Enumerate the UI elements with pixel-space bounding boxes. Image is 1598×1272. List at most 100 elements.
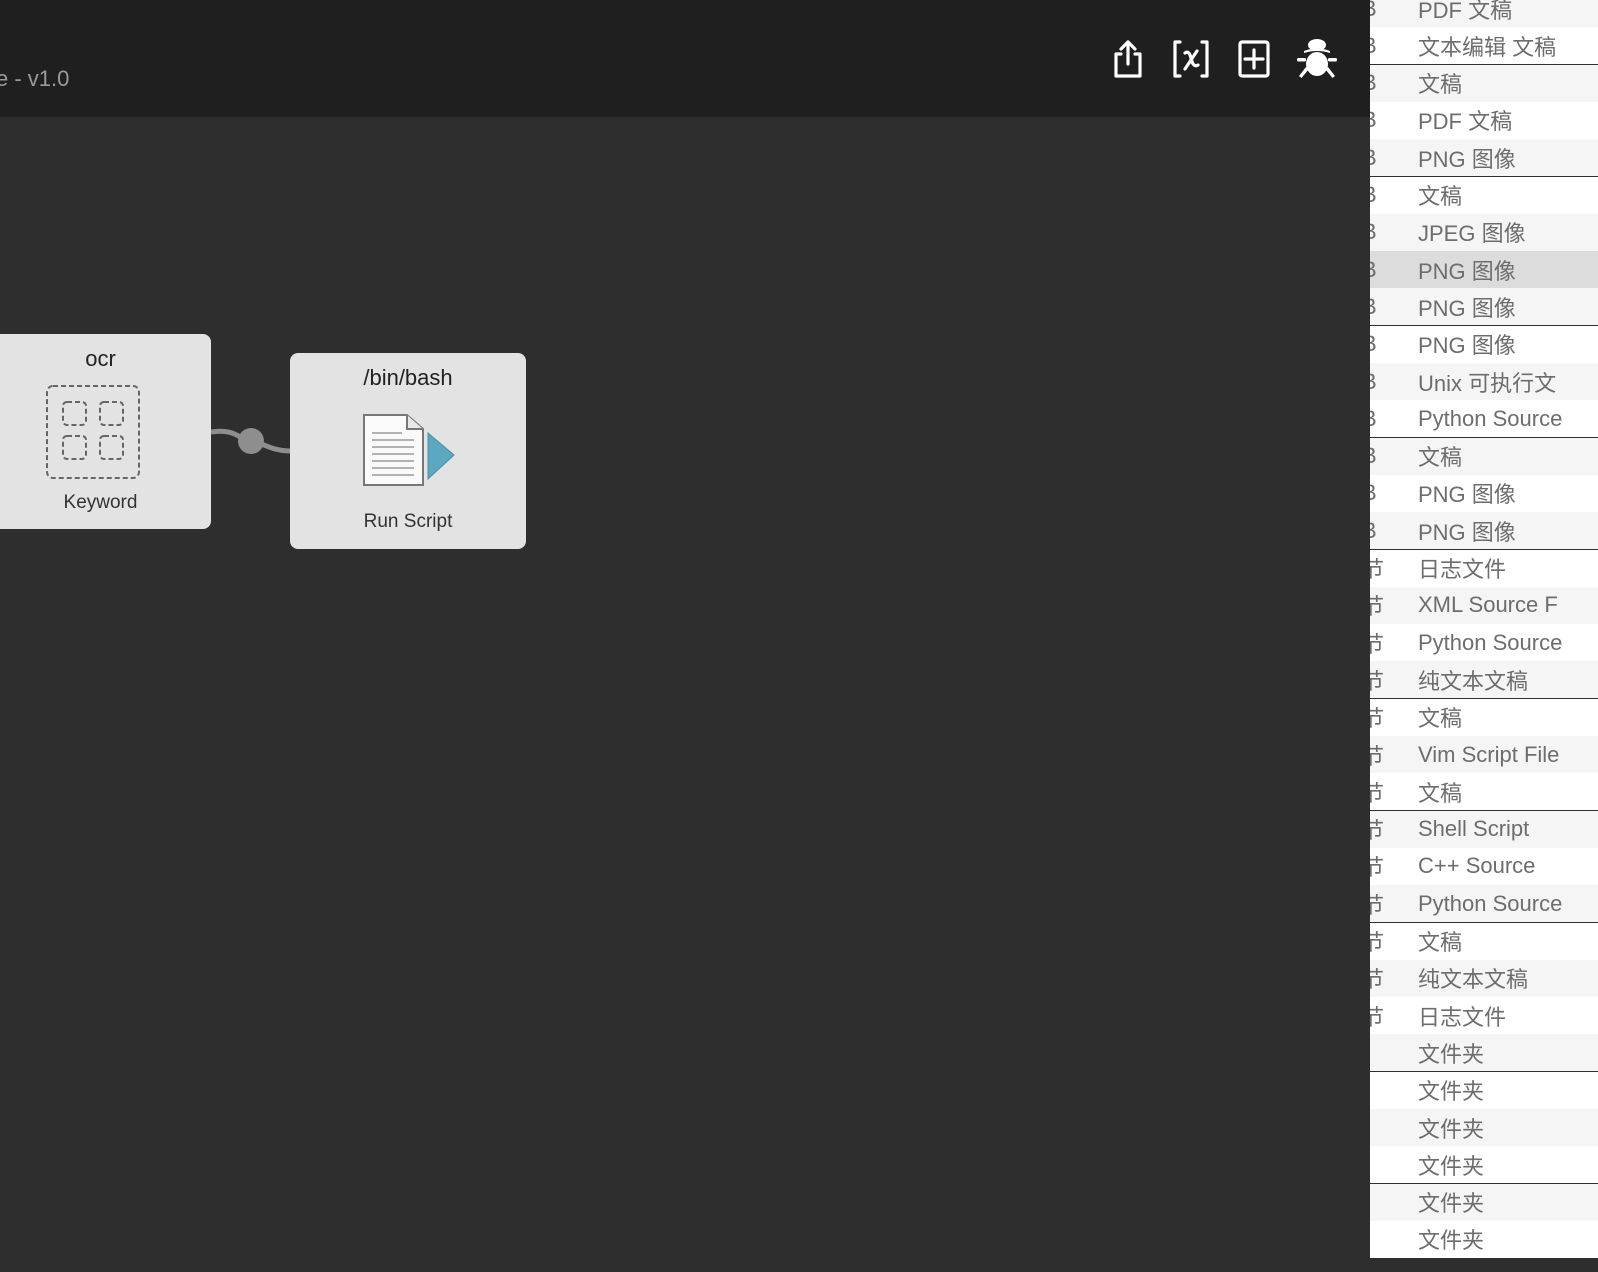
file-kind-cell: 文件夹 — [1418, 1153, 1485, 1179]
file-kind-cell: 文稿 — [1418, 706, 1463, 732]
file-size-cell: B — [1370, 331, 1418, 357]
file-list-row[interactable]: BPNG 图像 — [1370, 512, 1598, 550]
file-size-cell: 节 — [1370, 967, 1385, 993]
file-list-row[interactable]: BPNG 图像 — [1370, 474, 1598, 512]
file-kind-cell: PNG 图像 — [1418, 333, 1516, 359]
file-kind-cell: 文稿 — [1418, 930, 1463, 955]
file-kind-cell: Vim Script File — [1418, 741, 1560, 767]
run-script-node[interactable]: /bin/bash Run Script — [290, 353, 526, 549]
file-list-row[interactable]: 节 XML Source F — [1370, 586, 1598, 624]
file-size-cell: 节 — [1370, 706, 1385, 732]
workflow-title: e - v1.0 — [0, 66, 70, 91]
file-list-row[interactable]: BPNG 图像 — [1370, 251, 1598, 289]
file-list-row[interactable]: 节 日志文件 — [1370, 549, 1598, 587]
connection-line — [210, 428, 292, 454]
file-size-cell: B — [1370, 182, 1418, 208]
file-list-row[interactable]: 节 纯文本文稿 — [1370, 959, 1598, 997]
file-kind-cell: PNG 图像 — [1418, 295, 1516, 321]
file-kind-cell: XML Source F — [1418, 592, 1558, 618]
keyword-node[interactable]: ocr Keyword — [0, 334, 211, 529]
file-list-row[interactable]: 节 文稿 — [1370, 773, 1598, 811]
file-list-row[interactable]: 节 Shell Script — [1370, 810, 1598, 848]
file-list-row[interactable]: 节 Python Source — [1370, 624, 1598, 662]
file-kind-cell: 文件夹 — [1418, 1191, 1485, 1217]
file-size-cell: - — [1370, 1115, 1418, 1141]
file-kind-cell: 文稿 — [1418, 184, 1463, 209]
file-kind-cell: PDF 文稿 — [1418, 0, 1513, 23]
file-size-cell: 节 — [1370, 818, 1385, 844]
keyword-node-title: ocr — [85, 346, 116, 371]
finder-file-list: BPDF 文稿B文本编辑 文稿B文稿BPDF 文稿BPNG 图像B文稿BJPEG… — [1370, 0, 1598, 1272]
file-size-cell: 节 — [1370, 594, 1385, 620]
file-kind-cell: 文件夹 — [1418, 1079, 1485, 1105]
file-size-cell: B — [1370, 294, 1418, 320]
file-list-row[interactable]: BPNG 图像 — [1370, 139, 1598, 177]
file-list-row[interactable]: BPDF 文稿 — [1370, 0, 1598, 27]
file-list-row[interactable]: 节 Python Source — [1370, 885, 1598, 923]
file-kind-cell: 文稿 — [1418, 72, 1463, 98]
file-kind-cell: C++ Source — [1418, 853, 1536, 879]
debug-icon[interactable] — [1297, 38, 1337, 80]
variables-icon[interactable] — [1171, 38, 1211, 80]
file-kind-cell: Python Source — [1418, 629, 1563, 655]
file-list-row[interactable]: BUnix 可执行文 — [1370, 363, 1598, 400]
file-list-row[interactable]: B文稿 — [1370, 176, 1598, 214]
file-size-cell: 节 — [1370, 930, 1385, 955]
file-kind-cell: Python Source — [1418, 405, 1563, 431]
file-kind-cell: Python Source — [1418, 890, 1563, 916]
file-kind-cell: PDF 文稿 — [1418, 109, 1513, 135]
file-list-row[interactable]: 节 C++ Source — [1370, 847, 1598, 885]
file-size-cell: B — [1370, 0, 1418, 22]
file-list-row[interactable]: B文稿 — [1370, 64, 1598, 102]
file-list-row[interactable]: BPDF 文稿 — [1370, 101, 1598, 139]
file-kind-cell: 日志文件 — [1418, 557, 1507, 582]
file-list-row[interactable]: BPNG 图像 — [1370, 325, 1598, 363]
run-script-node-label: Run Script — [363, 511, 453, 532]
file-size-cell: - — [1370, 1077, 1418, 1103]
file-list-row[interactable]: 节 文稿 — [1370, 922, 1598, 960]
file-kind-cell: PNG 图像 — [1418, 258, 1516, 284]
file-list-row[interactable]: -文件夹 — [1370, 1109, 1598, 1146]
file-list-row[interactable]: B文本编辑 文稿 — [1370, 27, 1598, 65]
file-size-cell: 节 — [1370, 1004, 1385, 1030]
file-size-cell: B — [1370, 145, 1418, 171]
file-list-row[interactable]: -文件夹 — [1370, 1034, 1598, 1072]
file-size-cell: - — [1370, 1189, 1418, 1215]
file-size-cell: B — [1370, 369, 1418, 395]
file-size-cell: B — [1370, 480, 1418, 506]
file-list-row[interactable]: BJPEG 图像 — [1370, 213, 1598, 251]
file-kind-cell: 日志文件 — [1418, 1004, 1507, 1030]
file-size-cell: 节 — [1370, 668, 1385, 694]
file-kind-cell: Shell Script — [1418, 816, 1530, 842]
file-list-row[interactable]: 节 日志文件 — [1370, 997, 1598, 1035]
keyword-icon — [45, 384, 141, 480]
file-list-row[interactable]: BPNG 图像 — [1370, 288, 1598, 326]
file-size-cell: B — [1370, 70, 1418, 96]
file-kind-cell: PNG 图像 — [1418, 146, 1516, 172]
file-kind-cell: 文稿 — [1418, 780, 1463, 806]
file-size-cell: B — [1370, 518, 1418, 544]
file-list-row[interactable]: B文稿 — [1370, 437, 1598, 475]
file-list-row[interactable]: -文件夹 — [1370, 1183, 1598, 1221]
add-icon[interactable] — [1234, 38, 1274, 80]
file-size-cell: 节 — [1370, 557, 1385, 582]
file-size-cell: 节 — [1370, 892, 1385, 918]
file-list-row[interactable]: -文件夹 — [1370, 1220, 1598, 1258]
file-kind-cell: PNG 图像 — [1418, 482, 1516, 508]
file-size-cell: 节 — [1370, 780, 1385, 806]
workflow-canvas[interactable]: ocr Keyword /bin/bash Run Script — [0, 117, 1370, 1272]
file-size-cell: B — [1370, 257, 1418, 283]
share-icon[interactable] — [1108, 38, 1148, 80]
file-kind-cell: JPEG 图像 — [1418, 221, 1526, 247]
file-list-row[interactable]: -文件夹 — [1370, 1071, 1598, 1109]
file-size-cell: B — [1370, 443, 1418, 469]
file-list-row[interactable]: BPython Source — [1370, 400, 1598, 438]
file-list-row[interactable]: -文件夹 — [1370, 1146, 1598, 1184]
file-list-row[interactable]: 节 Vim Script File — [1370, 736, 1598, 773]
file-list-row[interactable]: 节 文稿 — [1370, 698, 1598, 736]
file-kind-cell: PNG 图像 — [1418, 519, 1516, 545]
file-size-cell: - — [1370, 1226, 1418, 1252]
workflow-toolbar: e - v1.0 — [0, 0, 1370, 117]
file-size-cell: 节 — [1370, 631, 1385, 657]
file-list-row[interactable]: 节 纯文本文稿 — [1370, 661, 1598, 699]
